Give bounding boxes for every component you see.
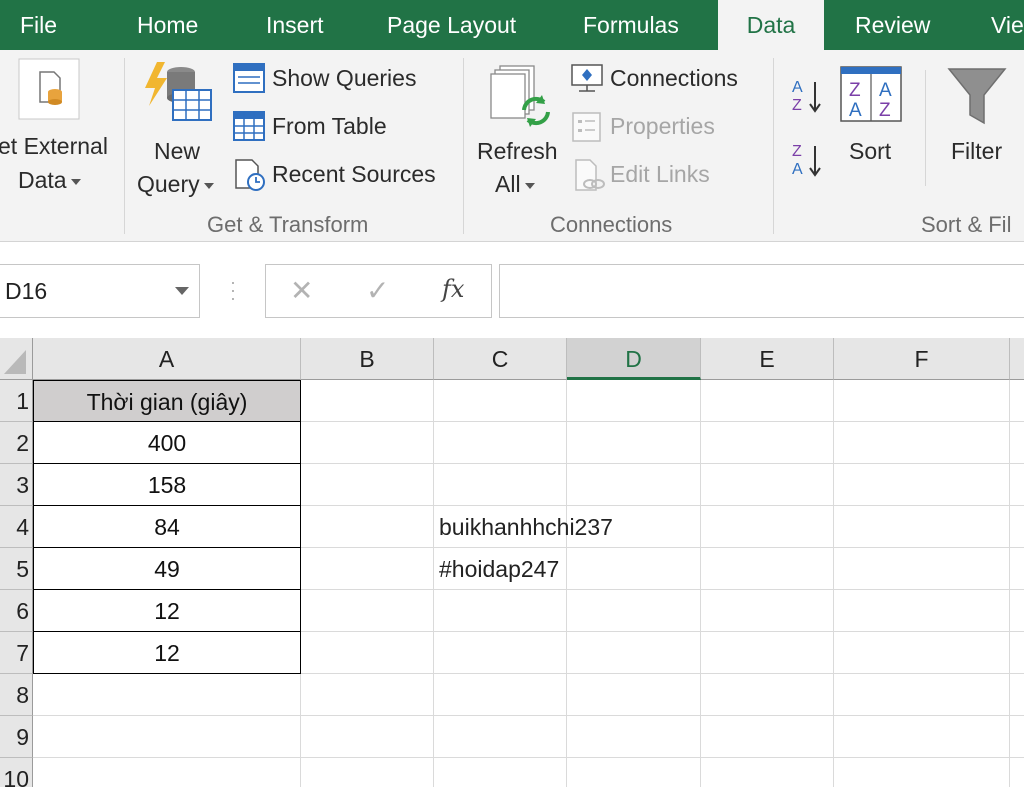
cell-a3[interactable]: 158 [33,464,301,506]
sort-za-top-letter: Z [792,143,802,160]
new-query-label-2: Query [137,171,214,198]
sort-ascending-icon: A Z [792,79,821,114]
sort-az-bottom-letter: Z [792,97,802,114]
row-header[interactable]: 8 [0,674,33,716]
sort-icon-letter-br: Z [879,100,891,121]
ribbon-data: et External Data New Query Show Queries [0,50,1024,242]
edit-links-label: Edit Links [610,161,710,187]
filter-label: Filter [951,138,1003,164]
select-all-triangle-icon [4,350,26,374]
sort-icon-letter-tr: A [879,80,892,101]
row-header[interactable]: 4 [0,506,33,548]
chevron-down-icon [524,182,535,189]
column-header-b[interactable]: B [301,338,434,380]
sort-a-to-z-button[interactable]: A Z [790,76,826,116]
new-query-icon [145,62,212,121]
cell-a1[interactable]: Thời gian (giây) [33,380,301,422]
tab-review[interactable]: Review [855,0,930,50]
recent-sources-icon [235,159,265,191]
table-icon [233,111,265,141]
sort-icon-letter-bl: A [849,100,862,121]
filter-icon [947,68,1007,125]
sort-za-bottom-letter: A [792,161,803,178]
column-header-next[interactable] [1010,338,1024,380]
cell-a6[interactable]: 12 [33,590,301,632]
group-separator [124,58,125,234]
cell-a5[interactable]: 49 [33,548,301,590]
properties-icon [572,112,601,142]
cell-c5[interactable]: #hoidap247 [434,548,567,590]
group-separator [773,58,774,234]
cell-a4[interactable]: 84 [33,506,301,548]
new-query-label-1: New [154,138,201,164]
row-header[interactable]: 5 [0,548,33,590]
row-header[interactable]: 9 [0,716,33,758]
column-header-f[interactable]: F [834,338,1010,380]
formula-input[interactable] [499,264,1024,318]
enter-check-icon[interactable]: ✓ [366,274,389,307]
formula-bar-resize-handle[interactable]: · · · [226,273,240,307]
insert-function-fx-icon[interactable]: fx [442,275,464,303]
cell-c4[interactable]: buikhanhhchi237 [434,506,613,548]
row-header[interactable]: 6 [0,590,33,632]
sort-descending-icon: Z A [792,143,821,178]
connections-icon [571,64,603,92]
show-queries-label: Show Queries [272,65,417,91]
edit-links-icon [575,159,605,191]
column-header-c[interactable]: C [434,338,567,380]
refresh-all-label-1: Refresh [477,138,558,164]
recent-sources-label: Recent Sources [272,161,436,187]
name-box[interactable]: D16 [0,264,200,318]
name-box-dropdown-icon[interactable] [175,287,189,295]
sort-az-top-letter: A [792,79,803,96]
row-header[interactable]: 7 [0,632,33,674]
tab-view[interactable]: Vie [991,0,1024,50]
database-icon [18,58,80,120]
ribbon-tab-bar: File Home Insert Page Layout Formulas Da… [0,0,1024,50]
get-external-data-label-1: et External [0,133,108,159]
refresh-icon [490,65,550,127]
tab-data[interactable]: Data [718,0,824,50]
show-queries-icon [233,63,265,93]
tab-file[interactable]: File [20,0,57,50]
sort-label: Sort [849,138,892,164]
cancel-icon[interactable]: ✕ [290,274,313,307]
row-header[interactable]: 10 [0,758,33,787]
column-header-d[interactable]: D [567,338,701,380]
properties-label: Properties [610,113,715,139]
group-separator [463,58,464,234]
tab-formulas[interactable]: Formulas [583,0,679,50]
group-label-sort-filter: Sort & Fil [921,212,1012,237]
get-external-data-label-2: Data [18,167,81,194]
group-label-connections: Connections [550,212,673,237]
formula-bar-buttons: ✕ ✓ fx [265,264,492,318]
column-header-a[interactable]: A [33,338,301,380]
connections-label: Connections [610,65,738,91]
divider [925,70,926,186]
row-header[interactable]: 1 [0,380,33,422]
tab-home[interactable]: Home [137,0,198,50]
cell-a7[interactable]: 12 [33,632,301,674]
from-table-label: From Table [272,113,387,139]
tab-page-layout[interactable]: Page Layout [387,0,516,50]
chevron-down-icon [203,182,214,189]
sort-z-to-a-button[interactable]: Z A [790,140,826,180]
sort-icon-letter-tl: Z [849,80,861,101]
group-label-get-transform: Get & Transform [207,212,369,237]
row-header[interactable]: 2 [0,422,33,464]
column-header-e[interactable]: E [701,338,834,380]
tab-insert[interactable]: Insert [266,0,324,50]
refresh-all-label-2: All [495,171,535,198]
sort-icon: Z A A Z [840,66,902,122]
row-header[interactable]: 3 [0,464,33,506]
name-box-value: D16 [5,278,48,304]
cell-a2[interactable]: 400 [33,422,301,464]
select-all-corner[interactable] [0,338,33,380]
chevron-down-icon [70,178,81,185]
worksheet-grid: A B C D E F 1 2 3 4 5 6 7 8 9 10 Thời gi… [0,338,1024,787]
